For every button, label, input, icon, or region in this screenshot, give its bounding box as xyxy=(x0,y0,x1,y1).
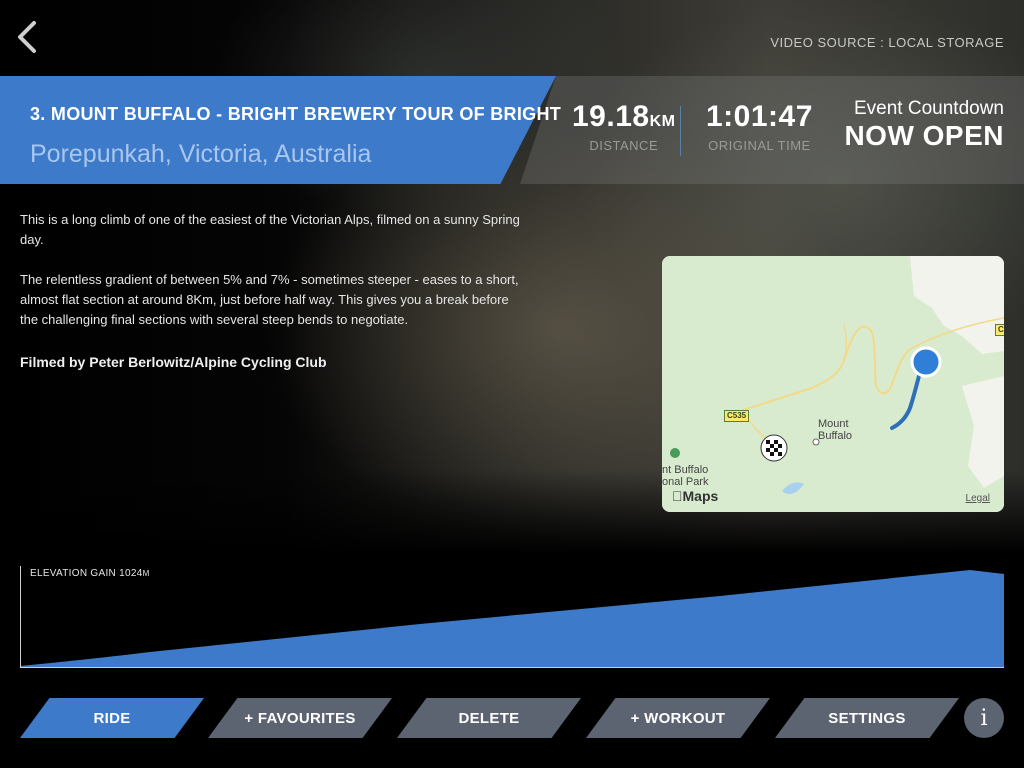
checkered-flag-icon xyxy=(760,434,788,462)
road-shield: C535 xyxy=(724,410,750,422)
settings-button[interactable]: SETTINGS xyxy=(775,698,959,738)
info-icon[interactable]: i xyxy=(964,698,1004,738)
map-place-label: Mount Buffalo xyxy=(818,418,853,442)
description-paragraph: This is a long climb of one of the easie… xyxy=(20,212,520,247)
map-park-label: nt Buffalo onal Park xyxy=(662,464,709,488)
add-workout-button[interactable]: + WORKOUT xyxy=(586,698,770,738)
elevation-gain-value: 1024 xyxy=(119,568,143,579)
delete-button[interactable]: DELETE xyxy=(397,698,581,738)
route-map[interactable]: C535 C Mount Buffalo nt Buffalo onal Par… xyxy=(662,256,1004,512)
route-title: 3. MOUNT BUFFALO - BRIGHT BREWERY TOUR O… xyxy=(30,104,562,124)
route-description: This is a long climb of one of the easie… xyxy=(20,210,530,350)
countdown-label: Event Countdown xyxy=(854,98,1004,119)
distance-value: 19.18KM xyxy=(572,100,676,133)
route-location: Porepunkah, Victoria, Australia xyxy=(30,140,372,168)
time-label: ORIGINAL TIME xyxy=(708,138,811,153)
distance-label: DISTANCE xyxy=(589,138,659,153)
time-value: 1:01:47 xyxy=(706,100,813,133)
countdown-status: NOW OPEN xyxy=(844,120,1004,151)
elevation-gain-unit: M xyxy=(142,569,150,578)
map-legal-link[interactable]: Legal xyxy=(966,493,990,504)
event-countdown: Event Countdown NOW OPEN xyxy=(844,98,1004,152)
elevation-profile xyxy=(20,566,1004,668)
video-source-label: VIDEO SOURCE : LOCAL STORAGE xyxy=(770,35,1004,50)
action-bar: RIDE + FAVOURITES DELETE + WORKOUT SETTI… xyxy=(0,698,1024,738)
road-shield: C xyxy=(995,324,1004,336)
stats-divider xyxy=(680,106,681,156)
description-paragraph: The relentless gradient of between 5% an… xyxy=(20,272,519,327)
chevron-left-icon[interactable] xyxy=(14,20,40,54)
time-stat: 1:01:47 ORIGINAL TIME xyxy=(706,100,813,153)
distance-unit: KM xyxy=(649,113,676,130)
distance-stat: 19.18KM DISTANCE xyxy=(572,100,675,153)
position-marker-icon xyxy=(910,346,942,378)
map-brand: Maps xyxy=(672,488,718,504)
elevation-gain-label: ELEVATION GAIN 1024M xyxy=(30,568,150,579)
ride-button[interactable]: RIDE xyxy=(20,698,204,738)
add-favourites-button[interactable]: + FAVOURITES xyxy=(208,698,392,738)
film-credits: Filmed by Peter Berlowitz/Alpine Cycling… xyxy=(20,354,327,370)
